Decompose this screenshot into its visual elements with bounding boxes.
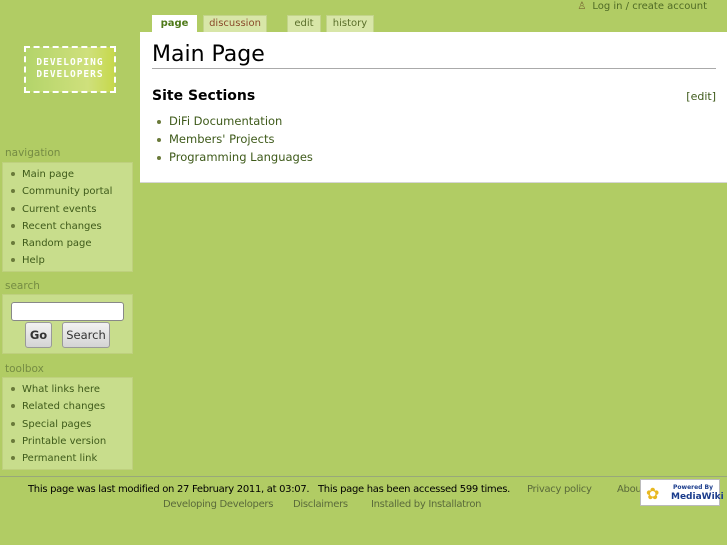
bullet-icon	[157, 137, 161, 142]
disclaimers-link[interactable]: Disclaimers	[293, 499, 348, 510]
search-button[interactable]: Search	[62, 322, 110, 348]
bullet-icon	[11, 456, 15, 461]
section-edit-link[interactable]: [edit]	[686, 90, 716, 103]
last-modified: This page was last modified on 27 Februa…	[28, 484, 310, 495]
installatron-link[interactable]: Installed by Installatron	[371, 499, 482, 510]
footer-divider	[0, 476, 727, 477]
bullet-icon	[11, 172, 15, 176]
bullet-icon	[11, 258, 15, 263]
nav-item-main-page[interactable]: Main page	[11, 167, 132, 184]
section-link[interactable]: DiFi Documentation	[169, 114, 282, 128]
nav-item-recent-changes[interactable]: Recent changes	[11, 219, 132, 236]
user-icon: ♙	[577, 1, 587, 12]
toolbox-item[interactable]: Printable version	[11, 434, 132, 451]
page-title: Main Page	[152, 42, 716, 69]
login-link[interactable]: ♙ Log in / create account	[577, 1, 707, 12]
bullet-icon	[11, 206, 15, 211]
tab-edit[interactable]: edit	[287, 15, 321, 32]
search-label: search	[5, 280, 40, 292]
bullet-icon	[11, 241, 15, 246]
toolbox-label: toolbox	[5, 363, 44, 375]
tab-discussion[interactable]: discussion	[203, 15, 267, 32]
section-link[interactable]: Programming Languages	[169, 150, 313, 164]
navigation-portlet: Main page Community portal Current event…	[2, 162, 133, 272]
nav-item-current-events[interactable]: Current events	[11, 202, 132, 219]
toolbox-portlet: What links here Related changes Special …	[2, 377, 133, 470]
bullet-icon	[11, 438, 15, 443]
nav-item-help[interactable]: Help	[11, 253, 132, 270]
toolbox-item[interactable]: What links here	[11, 382, 132, 399]
content-area: Main Page Site Sections [edit] DiFi Docu…	[140, 32, 727, 183]
bullet-icon	[11, 421, 15, 426]
list-item: Members' Projects	[157, 130, 313, 148]
toolbox-item[interactable]: Special pages	[11, 417, 132, 434]
access-count: This page has been accessed 599 times.	[318, 484, 511, 495]
site-name-link[interactable]: Developing Developers	[163, 499, 273, 510]
bullet-icon	[11, 387, 15, 391]
powered-by-mediawiki-badge[interactable]: ✿ Powered By MediaWiki	[640, 479, 724, 506]
nav-item-random-page[interactable]: Random page	[11, 236, 132, 253]
bullet-icon	[157, 119, 161, 124]
go-button[interactable]: Go	[25, 322, 52, 348]
list-item: DiFi Documentation	[157, 112, 313, 130]
tab-history[interactable]: history	[326, 15, 374, 32]
bullet-icon	[11, 189, 15, 194]
toolbox-item[interactable]: Permanent link	[11, 451, 132, 468]
search-portlet: Go Search	[2, 294, 133, 354]
mediawiki-sunflower-icon: ✿	[646, 484, 660, 503]
tab-page[interactable]: page	[152, 15, 197, 33]
navigation-label: navigation	[5, 147, 61, 159]
section-heading: Site Sections	[152, 88, 256, 104]
search-input[interactable]	[11, 302, 124, 321]
nav-item-community-portal[interactable]: Community portal	[11, 184, 132, 201]
bullet-icon	[157, 155, 161, 160]
toolbox-item[interactable]: Related changes	[11, 399, 132, 416]
section-link[interactable]: Members' Projects	[169, 132, 274, 146]
bullet-icon	[11, 223, 15, 228]
section-list: DiFi Documentation Members' Projects Pro…	[157, 112, 313, 166]
privacy-policy-link[interactable]: Privacy policy	[527, 484, 592, 495]
list-item: Programming Languages	[157, 148, 313, 166]
bullet-icon	[11, 404, 15, 409]
site-logo[interactable]: DEVELOPING DEVELOPERS	[24, 46, 116, 93]
